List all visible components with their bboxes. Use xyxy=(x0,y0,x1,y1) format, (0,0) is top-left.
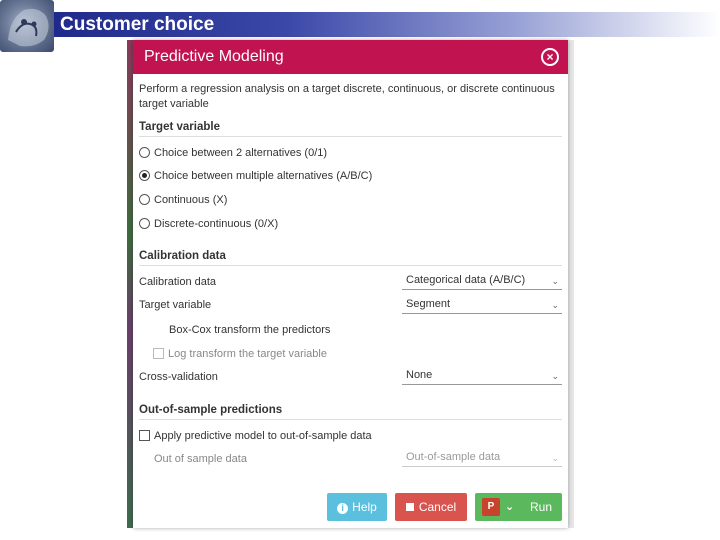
dialog-title: Predictive Modeling xyxy=(144,48,284,65)
log-transform-label: Log transform the target variable xyxy=(168,348,327,360)
radio-icon[interactable] xyxy=(139,147,150,158)
out-of-sample-data-label: Out of sample data xyxy=(154,453,247,465)
dialog-description: Perform a regression analysis on a targe… xyxy=(139,83,555,110)
radio-icon[interactable] xyxy=(139,194,150,205)
boxcox-label: Box-Cox transform the predictors xyxy=(169,324,331,336)
calibration-data-select[interactable]: Categorical data (A/B/C) ⌄ xyxy=(402,272,562,290)
radio-checked-icon[interactable] xyxy=(139,170,150,181)
cross-validation-select[interactable]: None ⌄ xyxy=(402,367,562,385)
section-calibration-data: Calibration data xyxy=(139,250,562,266)
chevron-down-icon: ⌄ xyxy=(551,453,559,463)
radio-two-alternatives[interactable]: Choice between 2 alternatives (0/1) xyxy=(139,147,327,161)
powerpoint-icon[interactable]: P xyxy=(482,498,500,516)
checkbox-icon[interactable] xyxy=(153,348,164,359)
section-target-variable: Target variable xyxy=(139,121,562,137)
radio-label: Choice between 2 alternatives (0/1) xyxy=(154,147,328,159)
help-button[interactable]: i Help xyxy=(327,493,387,521)
target-variable-label: Target variable xyxy=(139,299,212,311)
run-button-group[interactable]: P ⌄ Run xyxy=(475,493,562,521)
background-panel xyxy=(568,40,574,528)
calibration-data-label: Calibration data xyxy=(139,276,217,288)
target-variable-select[interactable]: Segment ⌄ xyxy=(402,296,562,314)
radio-label: Choice between multiple alternatives (A/… xyxy=(154,170,373,182)
info-icon: i xyxy=(337,503,349,514)
out-of-sample-data-value: Out-of-sample data xyxy=(406,451,501,463)
section-out-of-sample: Out-of-sample predictions xyxy=(139,404,562,420)
help-label: Help xyxy=(352,500,377,514)
calibration-data-value: Categorical data (A/B/C) xyxy=(406,274,526,286)
chevron-down-icon: ⌄ xyxy=(551,371,559,381)
apply-model-option[interactable]: Apply predictive model to out-of-sample … xyxy=(139,430,372,443)
checkbox-icon[interactable] xyxy=(139,430,150,441)
chevron-down-icon: ⌄ xyxy=(551,276,559,286)
logo-image xyxy=(0,0,54,52)
predictive-modeling-dialog: Predictive Modeling × Perform a regressi… xyxy=(133,40,568,528)
cross-validation-value: None xyxy=(406,369,433,381)
chevron-down-icon[interactable]: ⌄ xyxy=(505,493,514,521)
close-icon[interactable]: × xyxy=(541,48,559,66)
dialog-header: Predictive Modeling × xyxy=(133,40,568,74)
apply-model-label: Apply predictive model to out-of-sample … xyxy=(154,430,372,442)
radio-label: Continuous (X) xyxy=(154,194,228,206)
radio-discrete-continuous[interactable]: Discrete-continuous (0/X) xyxy=(139,218,278,232)
cancel-button[interactable]: Cancel xyxy=(395,493,467,521)
log-transform-option[interactable]: Log transform the target variable xyxy=(153,348,327,361)
radio-multiple-alternatives[interactable]: Choice between multiple alternatives (A/… xyxy=(139,170,372,184)
cancel-label: Cancel xyxy=(418,500,457,514)
boxcox-option[interactable]: Box-Cox transform the predictors xyxy=(169,324,330,337)
radio-icon[interactable] xyxy=(139,218,150,229)
chevron-down-icon: ⌄ xyxy=(551,300,559,310)
target-variable-value: Segment xyxy=(406,298,451,310)
slide-title: Customer choice xyxy=(60,14,215,35)
run-button[interactable]: Run xyxy=(530,493,552,521)
stop-icon xyxy=(405,503,414,511)
radio-continuous[interactable]: Continuous (X) xyxy=(139,194,227,208)
out-of-sample-data-select[interactable]: Out-of-sample data ⌄ xyxy=(402,449,562,467)
cross-validation-label: Cross-validation xyxy=(139,371,218,383)
radio-label: Discrete-continuous (0/X) xyxy=(154,218,279,230)
